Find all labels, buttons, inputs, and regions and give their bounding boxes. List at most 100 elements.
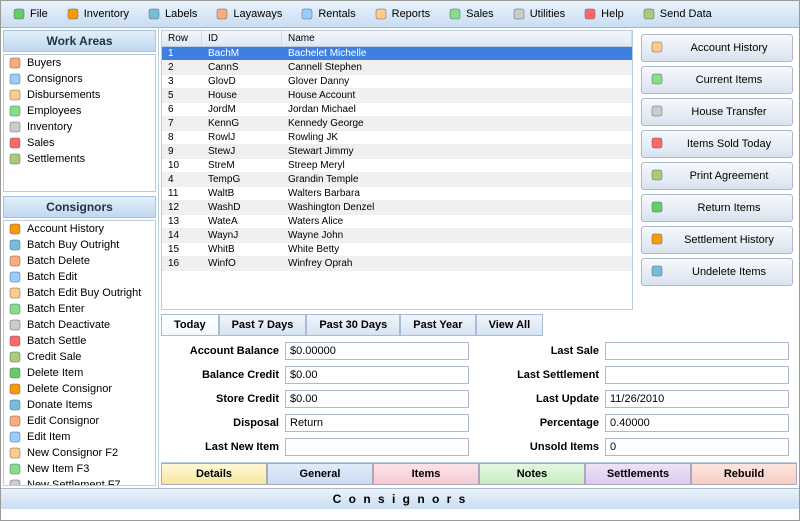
cell-row: 2 — [162, 61, 202, 74]
consignor-menu-item[interactable]: Batch Delete — [4, 253, 155, 269]
work-area-buyers[interactable]: Buyers — [4, 55, 155, 71]
consignor-menu-item[interactable]: Batch Enter — [4, 301, 155, 317]
field-last-new-item[interactable] — [285, 438, 469, 456]
field-store-credit[interactable] — [285, 390, 469, 408]
work-area-settlements[interactable]: Settlements — [4, 151, 155, 167]
table-row[interactable]: 15WhitBWhite Betty — [162, 243, 632, 257]
toolbar-inventory[interactable]: Inventory — [57, 3, 138, 25]
table-row[interactable]: 1BachMBachelet Michelle — [162, 47, 632, 61]
toolbar-sales[interactable]: Sales — [439, 3, 503, 25]
field-last-settlement[interactable] — [605, 366, 789, 384]
work-area-disbursements[interactable]: Disbursements — [4, 87, 155, 103]
toolbar-reports[interactable]: Reports — [365, 3, 440, 25]
table-row[interactable]: 13WateAWaters Alice — [162, 215, 632, 229]
field-unsold-items[interactable] — [605, 438, 789, 456]
table-row[interactable]: 5HouseHouse Account — [162, 89, 632, 103]
tree-label: New Settlement F7 — [27, 479, 121, 486]
table-row[interactable]: 4TempGGrandin Temple — [162, 173, 632, 187]
table-row[interactable]: 6JordMJordan Michael — [162, 103, 632, 117]
action-undelete-items[interactable]: Undelete Items — [641, 258, 793, 286]
field-percentage[interactable] — [605, 414, 789, 432]
toolbar-send-data[interactable]: Send Data — [633, 3, 721, 25]
action-icon — [650, 136, 666, 152]
field-last-sale[interactable] — [605, 342, 789, 360]
field-balance-credit[interactable] — [285, 366, 469, 384]
consignor-menu-item[interactable]: Edit Consignor — [4, 413, 155, 429]
action-print-agreement[interactable]: Print Agreement — [641, 162, 793, 190]
table-row[interactable]: 14WaynJWayne John — [162, 229, 632, 243]
work-areas-header: Work Areas — [3, 30, 156, 52]
consignor-menu-item[interactable]: Batch Edit — [4, 269, 155, 285]
cell-id: WhitB — [202, 243, 282, 256]
labels-icon — [147, 7, 161, 21]
consignor-menu-item[interactable]: Credit Sale — [4, 349, 155, 365]
table-row[interactable]: 8RowlJRowling JK — [162, 131, 632, 145]
work-area-consignors[interactable]: Consignors — [4, 71, 155, 87]
consignor-menu-item[interactable]: Edit Item — [4, 429, 155, 445]
action-icon — [650, 40, 666, 56]
work-area-inventory[interactable]: Inventory — [4, 119, 155, 135]
bottom-tab-details[interactable]: Details — [161, 463, 267, 485]
toolbar-label: Help — [601, 8, 624, 20]
table-row[interactable]: 16WinfOWinfrey Oprah — [162, 257, 632, 271]
toolbar-rentals[interactable]: Rentals — [291, 3, 364, 25]
toolbar-labels[interactable]: Labels — [138, 3, 206, 25]
action-house-transfer[interactable]: House Transfer — [641, 98, 793, 126]
toolbar-layaways[interactable]: Layaways — [206, 3, 291, 25]
consignor-menu-item[interactable]: Delete Item — [4, 365, 155, 381]
consignor-menu-item[interactable]: Batch Buy Outright — [4, 237, 155, 253]
consignor-menu-item[interactable]: Donate Items — [4, 397, 155, 413]
consignor-menu-item[interactable]: Batch Edit Buy Outright — [4, 285, 155, 301]
folder-icon — [8, 88, 22, 102]
consignor-menu-item[interactable]: Delete Consignor — [4, 381, 155, 397]
field-label: Disposal — [169, 417, 279, 429]
consignor-menu-item[interactable]: New Consignor F2 — [4, 445, 155, 461]
filter-tab-today[interactable]: Today — [161, 314, 219, 336]
filter-tab-past-30-days[interactable]: Past 30 Days — [306, 314, 400, 336]
consignor-menu-item[interactable]: Batch Deactivate — [4, 317, 155, 333]
main-toolbar: FileInventoryLabelsLayawaysRentalsReport… — [1, 1, 799, 28]
work-area-sales[interactable]: Sales — [4, 135, 155, 151]
col-row-header[interactable]: Row — [162, 31, 202, 46]
consignor-menu-item[interactable]: Account History — [4, 221, 155, 237]
consignor-menu-item[interactable]: Batch Settle — [4, 333, 155, 349]
filter-tab-view-all[interactable]: View All — [476, 314, 544, 336]
filter-tab-past-7-days[interactable]: Past 7 Days — [219, 314, 307, 336]
consignor-menu-item[interactable]: New Settlement F7 — [4, 477, 155, 486]
bottom-tab-rebuild[interactable]: Rebuild — [691, 463, 797, 485]
item-icon — [8, 398, 22, 412]
bottom-tab-items[interactable]: Items — [373, 463, 479, 485]
bottom-tab-settlements[interactable]: Settlements — [585, 463, 691, 485]
col-name-header[interactable]: Name — [282, 31, 632, 46]
rentals-icon — [300, 7, 314, 21]
details-left-col: Account BalanceBalance CreditStore Credi… — [169, 342, 469, 456]
bottom-tab-general[interactable]: General — [267, 463, 373, 485]
action-settlement-history[interactable]: Settlement History — [641, 226, 793, 254]
table-row[interactable]: 9StewJStewart Jimmy — [162, 145, 632, 159]
work-area-employees[interactable]: Employees — [4, 103, 155, 119]
cell-row: 14 — [162, 229, 202, 242]
col-id-header[interactable]: ID — [202, 31, 282, 46]
filter-tab-past-year[interactable]: Past Year — [400, 314, 475, 336]
toolbar-file[interactable]: File — [3, 3, 57, 25]
field-last-update[interactable] — [605, 390, 789, 408]
field-disposal[interactable] — [285, 414, 469, 432]
action-account-history[interactable]: Account History — [641, 34, 793, 62]
utilities-icon — [512, 7, 526, 21]
field-account-balance[interactable] — [285, 342, 469, 360]
action-current-items[interactable]: Current Items — [641, 66, 793, 94]
table-row[interactable]: 7KennGKennedy George — [162, 117, 632, 131]
toolbar-help[interactable]: Help — [574, 3, 633, 25]
table-row[interactable]: 12WashDWashington Denzel — [162, 201, 632, 215]
table-row[interactable]: 2CannSCannell Stephen — [162, 61, 632, 75]
consignor-menu-item[interactable]: New Item F3 — [4, 461, 155, 477]
table-row[interactable]: 10StreMStreep Meryl — [162, 159, 632, 173]
action-items-sold-today[interactable]: Items Sold Today — [641, 130, 793, 158]
cell-name: Washington Denzel — [282, 201, 632, 214]
toolbar-utilities[interactable]: Utilities — [503, 3, 574, 25]
table-row[interactable]: 11WaltBWalters Barbara — [162, 187, 632, 201]
table-row[interactable]: 3GlovDGlover Danny — [162, 75, 632, 89]
action-return-items[interactable]: Return Items — [641, 194, 793, 222]
bottom-tab-notes[interactable]: Notes — [479, 463, 585, 485]
field-row: Last Update — [489, 390, 789, 408]
